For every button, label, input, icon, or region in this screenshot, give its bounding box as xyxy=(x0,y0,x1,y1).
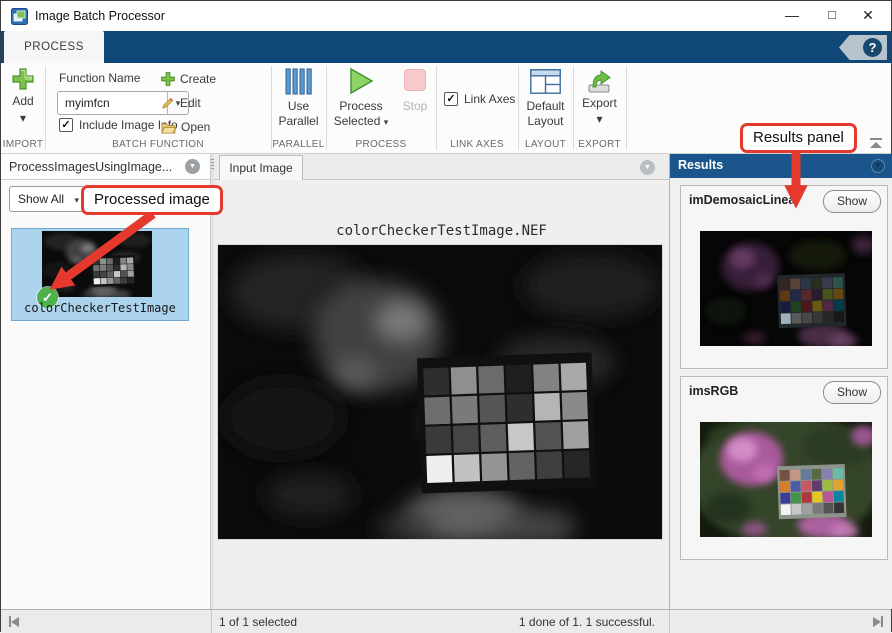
edit-pencil-icon xyxy=(161,96,175,110)
panel-menu-icon[interactable]: ▼ xyxy=(185,159,200,174)
app-icon xyxy=(11,8,28,25)
create-plus-icon xyxy=(161,72,175,86)
input-image-panel: Input Image ▼ colorCheckerTestImage.NEF xyxy=(214,154,669,609)
results-panel: Results ▼ imDemosaicLinear Show imsRGB S… xyxy=(669,154,892,609)
minimize-button[interactable]: — xyxy=(775,1,809,29)
close-button[interactable]: ✕ xyxy=(851,1,885,29)
input-image-thumbnail xyxy=(42,231,152,297)
stop-button: Stop xyxy=(393,99,437,113)
divider xyxy=(45,66,46,150)
open-button[interactable]: Open xyxy=(161,118,210,136)
results-menu-icon[interactable]: ▼ xyxy=(871,159,885,173)
divider xyxy=(326,66,327,150)
show-all-label: Show All xyxy=(18,192,64,206)
results-title: Results xyxy=(678,158,723,172)
image-browser-header: ProcessImagesUsingImage... ▼ xyxy=(1,154,210,180)
divider xyxy=(626,66,627,150)
default-layout-button[interactable]: Default Layout xyxy=(518,99,573,129)
link-axes-label: Link Axes xyxy=(464,92,515,106)
image-batch-processor-window: Image Batch Processor — □ ✕ PROCESS ? Ad… xyxy=(0,0,892,632)
collapse-toolstrip-icon[interactable] xyxy=(869,138,883,150)
process-selected-icon xyxy=(348,67,374,95)
title-bar: Image Batch Processor — □ ✕ xyxy=(1,1,891,31)
result-thumbnail-imsrgb[interactable] xyxy=(700,422,872,537)
use-parallel-button[interactable]: Use Parallel xyxy=(271,99,326,129)
help-icon[interactable]: ? xyxy=(863,38,882,57)
image-title: colorCheckerTestImage.NEF xyxy=(214,223,669,239)
show-all-dropdown[interactable]: Show All ▾ xyxy=(9,186,85,212)
image-browser-panel: ProcessImagesUsingImage... ▼ Show All ▾ … xyxy=(1,154,211,609)
add-icon xyxy=(12,68,34,90)
section-label-process: PROCESS xyxy=(326,139,436,150)
open-folder-icon xyxy=(161,121,176,134)
section-label-link-axes: LINK AXES xyxy=(436,139,518,150)
export-icon xyxy=(586,68,613,94)
selection-status: 1 of 1 selected xyxy=(219,615,297,629)
image-browser-title: ProcessImagesUsingImage... xyxy=(9,160,172,174)
process-selected-label: Process Selected xyxy=(334,99,383,128)
result-card-imsrgb: imsRGB Show xyxy=(680,376,888,560)
status-bar: 1 of 1 selected 1 done of 1. 1 successfu… xyxy=(1,609,891,633)
export-caret-icon[interactable]: ▾ xyxy=(573,112,626,126)
add-button[interactable]: Add xyxy=(1,94,45,108)
input-image-display xyxy=(217,244,663,540)
show-button[interactable]: Show xyxy=(823,190,881,213)
create-button[interactable]: Create xyxy=(161,70,216,88)
link-axes-checkbox[interactable]: ✓ xyxy=(444,92,458,106)
results-header: Results ▼ xyxy=(670,154,892,178)
function-name-label: Function Name xyxy=(59,71,140,85)
include-image-info-checkbox[interactable]: ✓ xyxy=(59,118,73,132)
show-all-caret-icon: ▾ xyxy=(74,195,79,206)
result-thumbnail-imdemosaiclinear[interactable] xyxy=(700,231,872,346)
collapse-right-panel-icon[interactable] xyxy=(873,616,883,627)
maximize-button[interactable]: □ xyxy=(815,1,849,29)
open-label: Open xyxy=(181,120,210,134)
tab-process[interactable]: PROCESS xyxy=(4,31,104,63)
panel-menu-icon[interactable]: ▼ xyxy=(640,160,655,175)
section-label-layout: LAYOUT xyxy=(518,139,573,150)
result-name: imsRGB xyxy=(689,384,738,398)
function-name-value[interactable]: myimfcn xyxy=(65,96,110,110)
section-label-import: IMPORT xyxy=(1,139,45,150)
add-caret-icon[interactable]: ▾ xyxy=(1,111,45,125)
collapse-left-panel-icon[interactable] xyxy=(9,616,19,627)
progress-status: 1 done of 1. 1 successful. xyxy=(519,615,655,629)
section-label-export: EXPORT xyxy=(573,139,626,150)
callout-results-panel: Results panel xyxy=(740,123,857,153)
show-button[interactable]: Show xyxy=(823,381,881,404)
thumbnail-caption: colorCheckerTestImage xyxy=(12,301,188,315)
include-image-info-row[interactable]: ✓ Include Image Info xyxy=(59,118,178,132)
section-label-parallel: PARALLEL xyxy=(271,139,326,150)
result-card-imdemosaiclinear: imDemosaicLinear Show xyxy=(680,185,888,369)
process-selected-caret-icon: ▾ xyxy=(384,117,389,127)
input-image-tabstrip: Input Image ▼ xyxy=(214,154,669,180)
section-label-batch-function: BATCH FUNCTION xyxy=(45,139,271,150)
edit-button[interactable]: Edit xyxy=(161,94,201,112)
ribbon-tab-band: PROCESS ? xyxy=(1,31,891,63)
use-parallel-icon xyxy=(285,68,312,95)
default-layout-icon xyxy=(530,69,561,94)
process-selected-button[interactable]: Process Selected ▾ xyxy=(329,99,393,130)
result-name: imDemosaicLinear xyxy=(689,193,800,207)
stop-icon xyxy=(404,69,426,91)
callout-processed-image: Processed image xyxy=(81,185,223,215)
divider xyxy=(436,66,437,150)
link-axes-row[interactable]: ✓ Link Axes xyxy=(444,92,515,106)
edit-label: Edit xyxy=(180,96,201,110)
export-button[interactable]: Export xyxy=(573,96,626,110)
tab-input-image[interactable]: Input Image xyxy=(219,155,303,180)
image-thumbnail-item[interactable]: ✓ colorCheckerTestImage xyxy=(11,228,189,321)
create-label: Create xyxy=(180,72,216,86)
window-title: Image Batch Processor xyxy=(35,9,165,23)
